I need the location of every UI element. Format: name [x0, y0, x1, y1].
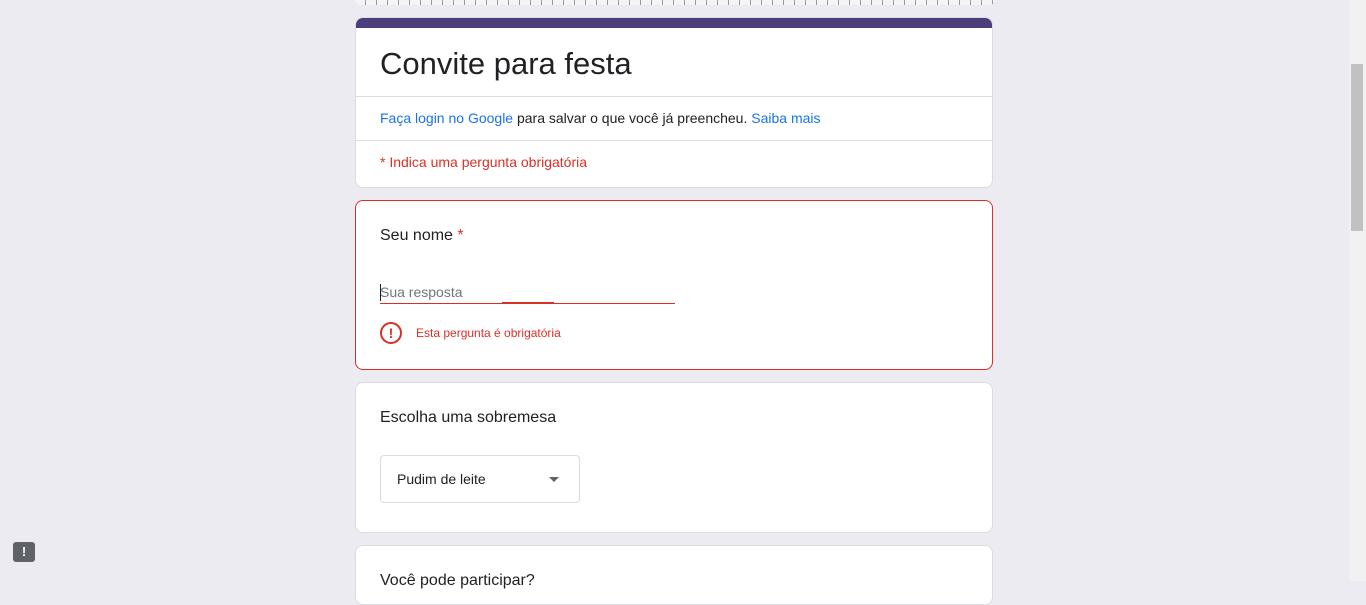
form-header-card: Convite para festa Faça login no Google …: [355, 17, 993, 188]
feedback-icon[interactable]: !: [13, 542, 35, 562]
name-input[interactable]: [380, 281, 675, 304]
exclamation-circle-icon: !: [380, 322, 402, 344]
dropdown-selected-value: Pudim de leite: [397, 471, 486, 487]
learn-more-link[interactable]: Saiba mais: [751, 110, 820, 126]
header-banner-image: [355, 0, 995, 5]
question-title-text: Seu nome: [380, 227, 453, 244]
error-message: ! Esta pergunta é obrigatória: [380, 322, 561, 344]
login-notice-text: para salvar o que você já preencheu.: [513, 110, 752, 126]
header-accent-bar: [356, 18, 992, 28]
dropdown-arrow-icon: [549, 476, 559, 482]
login-notice: Faça login no Google para salvar o que v…: [356, 97, 992, 140]
question-card-dessert: Escolha uma sobremesa Pudim de leite: [355, 382, 993, 533]
input-focus-underline: [502, 302, 554, 304]
scrollbar-thumb[interactable]: [1351, 64, 1363, 231]
question-title: Seu nome *: [380, 227, 464, 245]
question-card-attend: Você pode participar?: [355, 545, 993, 605]
question-title: Escolha uma sobremesa: [380, 409, 557, 426]
text-caret: [380, 284, 381, 301]
required-asterisk: *: [457, 227, 464, 244]
required-note: * Indica uma pergunta obrigatória: [380, 154, 588, 170]
question-card-name: Seu nome * ! Esta pergunta é obrigatória: [355, 200, 993, 370]
form-title: Convite para festa: [380, 46, 632, 81]
question-title: Você pode participar?: [380, 572, 535, 589]
google-login-link[interactable]: Faça login no Google: [380, 110, 513, 126]
dessert-dropdown[interactable]: Pudim de leite: [380, 455, 580, 503]
page-scrollbar[interactable]: [1349, 0, 1366, 581]
error-text: Esta pergunta é obrigatória: [416, 326, 561, 340]
